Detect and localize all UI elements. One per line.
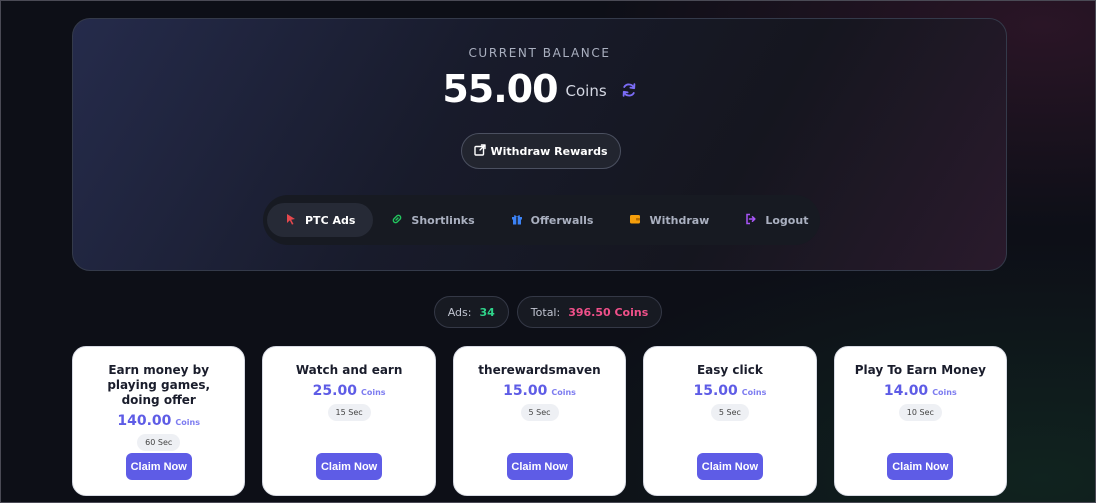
balance-panel: CURRENT BALANCE 55.00 Coins Withdraw Rew… [72, 18, 1007, 271]
tab-withdraw[interactable]: Withdraw [611, 203, 727, 237]
ad-card-unit: Coins [551, 388, 576, 397]
ad-card-amount: 25.00 [312, 383, 357, 399]
withdraw-rewards-button[interactable]: Withdraw Rewards [461, 133, 621, 169]
ad-card-title: Earn money by playing games, doing offer [107, 363, 211, 407]
cursor-icon [285, 213, 297, 228]
ad-card-reward: 140.00 Coins [73, 413, 244, 429]
ads-count-label: Ads: [447, 305, 472, 319]
link-icon [391, 213, 403, 228]
logout-icon [745, 213, 757, 228]
balance-row: 55.00 Coins [73, 67, 1006, 111]
ad-card-unit: Coins [741, 388, 767, 397]
claim-now-button[interactable]: Claim Now [316, 453, 383, 480]
ad-card-unit: Coins [932, 388, 957, 397]
ad-card-duration: 10 Sec [898, 404, 942, 421]
tab-label: Shortlinks [411, 213, 475, 227]
tab-logout[interactable]: Logout [727, 203, 826, 237]
balance-unit: Coins [565, 82, 607, 100]
tab-label: PTC Ads [305, 213, 356, 227]
ad-card-title: Watch and earn [295, 363, 403, 377]
claim-now-button[interactable]: Claim Now [125, 453, 192, 480]
ad-card-duration: 5 Sec [520, 404, 559, 421]
ad-card-reward: 15.00 Coins [454, 383, 625, 399]
ad-card: therewardsmaven 15.00 Coins 5 Sec Claim … [452, 346, 627, 496]
ad-card-unit: Coins [360, 388, 386, 397]
claim-now-button[interactable]: Claim Now [887, 453, 954, 480]
ad-card-duration: 60 Sec [137, 434, 181, 451]
ad-card-title: therewardsmaven [478, 363, 601, 377]
tab-shortlinks[interactable]: Shortlinks [373, 203, 492, 237]
ad-card-reward: 25.00 Coins [263, 383, 434, 399]
ads-count-value: 34 [479, 305, 495, 319]
external-link-icon [474, 143, 487, 159]
gift-icon [511, 213, 523, 228]
ad-card: Watch and earn 25.00 Coins 15 Sec Claim … [262, 346, 436, 496]
tab-label: Logout [765, 213, 809, 227]
ad-card-amount: 140.00 [117, 413, 172, 429]
ad-card-unit: Coins [175, 418, 200, 427]
total-label: Total: [530, 305, 561, 319]
stats-row: Ads: 34 Total: 396.50 Coins [1, 296, 1095, 328]
ad-card: Earn money by playing games, doing offer… [72, 346, 246, 496]
ads-count-badge: Ads: 34 [433, 296, 509, 328]
withdraw-rewards-label: Withdraw Rewards [490, 144, 608, 158]
wallet-icon [629, 213, 641, 228]
ad-card-amount: 15.00 [693, 383, 738, 399]
ad-card-title: Play To Earn Money [854, 363, 986, 377]
total-value: 396.50 Coins [568, 305, 649, 319]
ad-card-title: Easy click [696, 363, 763, 377]
balance-amount: 55.00 [442, 67, 558, 111]
claim-now-button[interactable]: Claim Now [696, 453, 763, 480]
ad-card-reward: 14.00 Coins [835, 383, 1006, 399]
refresh-icon[interactable] [621, 82, 637, 98]
nav-tabs: PTC Ads Shortlinks Offerwalls Withdraw L… [263, 195, 820, 245]
total-badge: Total: 396.50 Coins [516, 296, 663, 328]
balance-label: CURRENT BALANCE [468, 46, 611, 60]
ad-card: Play To Earn Money 14.00 Coins 10 Sec Cl… [833, 346, 1008, 496]
ad-card-duration: 5 Sec [710, 404, 749, 421]
claim-now-button[interactable]: Claim Now [506, 453, 573, 480]
tab-offerwalls[interactable]: Offerwalls [493, 203, 612, 237]
ad-card-amount: 15.00 [503, 383, 548, 399]
ad-card: Easy click 15.00 Coins 5 Sec Claim Now [643, 346, 817, 496]
tab-label: Withdraw [649, 213, 710, 227]
ad-card-amount: 14.00 [883, 383, 929, 399]
ad-card-reward: 15.00 Coins [644, 383, 815, 399]
ad-card-list: Earn money by playing games, doing offer… [72, 346, 1008, 496]
ad-card-duration: 15 Sec [327, 404, 371, 421]
tab-ptc-ads[interactable]: PTC Ads [267, 203, 374, 237]
tab-label: Offerwalls [530, 213, 594, 227]
